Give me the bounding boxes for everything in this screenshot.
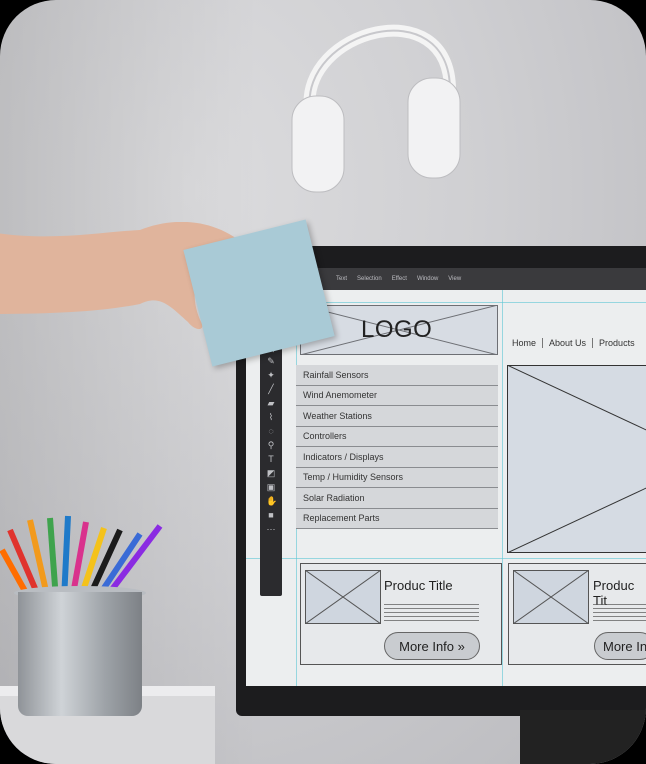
- more-info-button[interactable]: More Info »: [384, 632, 480, 660]
- headphones: [291, 24, 461, 193]
- menu-item[interactable]: Temp / Humidity Sensors: [296, 467, 498, 488]
- guide-line: [502, 290, 503, 686]
- brush-tool-icon[interactable]: ╱: [266, 384, 276, 394]
- pencil-cup: [18, 592, 142, 716]
- card-title: Produc Title: [384, 578, 453, 593]
- menu-item[interactable]: Indicators / Displays: [296, 447, 498, 468]
- menu-selection[interactable]: Selection: [357, 276, 382, 282]
- menu-text[interactable]: Text: [336, 276, 347, 282]
- nav-about[interactable]: About Us: [543, 338, 594, 348]
- monitor-stand: [520, 710, 646, 764]
- hero-image-placeholder: [507, 365, 646, 553]
- menu-effect[interactable]: Effect: [392, 276, 407, 282]
- more-tools-icon[interactable]: ⋯: [266, 524, 276, 534]
- menu-window[interactable]: Window: [417, 276, 438, 282]
- pencil-tool-icon[interactable]: ✎: [266, 356, 276, 366]
- dropper-tool-icon[interactable]: ⌇: [266, 412, 276, 422]
- type-tool-icon[interactable]: T: [266, 454, 276, 464]
- tools-panel: ╲ ✎ ✦ ╱ ▰ ⌇ ◌ ⚲ T ◩ ▣ ✋ ■ ⋯: [260, 334, 282, 596]
- logo-text: LOGO: [361, 316, 433, 343]
- crop-tool-icon[interactable]: ▣: [266, 482, 276, 492]
- shape-tool-icon[interactable]: ◩: [266, 468, 276, 478]
- wireframe-nav: Home About Us Products: [506, 338, 641, 348]
- guide-line: [246, 558, 646, 559]
- eraser-tool-icon[interactable]: ▰: [266, 398, 276, 408]
- card-image-placeholder: [513, 570, 589, 624]
- menu-item[interactable]: Rainfall Sensors: [296, 365, 498, 386]
- photo-scene: Text Selection Effect Window View ╲ ✎ ✦ …: [0, 0, 646, 764]
- card-body-text: [593, 604, 646, 622]
- more-info-button[interactable]: More In: [594, 632, 646, 660]
- menu-item[interactable]: Wind Anemometer: [296, 385, 498, 406]
- hand-tool-icon[interactable]: ✋: [266, 496, 277, 506]
- menu-item[interactable]: Replacement Parts: [296, 508, 498, 529]
- menu-item[interactable]: Controllers: [296, 426, 498, 447]
- wand-tool-icon[interactable]: ✦: [266, 370, 276, 380]
- card-body-text: [384, 604, 479, 622]
- zoom-tool-icon[interactable]: ⚲: [266, 440, 276, 450]
- nav-products[interactable]: Products: [593, 338, 641, 348]
- menu-view[interactable]: View: [448, 276, 461, 282]
- card-image-placeholder: [305, 570, 381, 624]
- category-menu: Rainfall Sensors Wind Anemometer Weather…: [296, 365, 498, 529]
- color-swatch-icon[interactable]: ■: [266, 510, 276, 520]
- lasso-tool-icon[interactable]: ◌: [266, 426, 276, 436]
- menu-item[interactable]: Weather Stations: [296, 406, 498, 427]
- nav-home[interactable]: Home: [506, 338, 544, 348]
- menu-item[interactable]: Solar Radiation: [296, 488, 498, 509]
